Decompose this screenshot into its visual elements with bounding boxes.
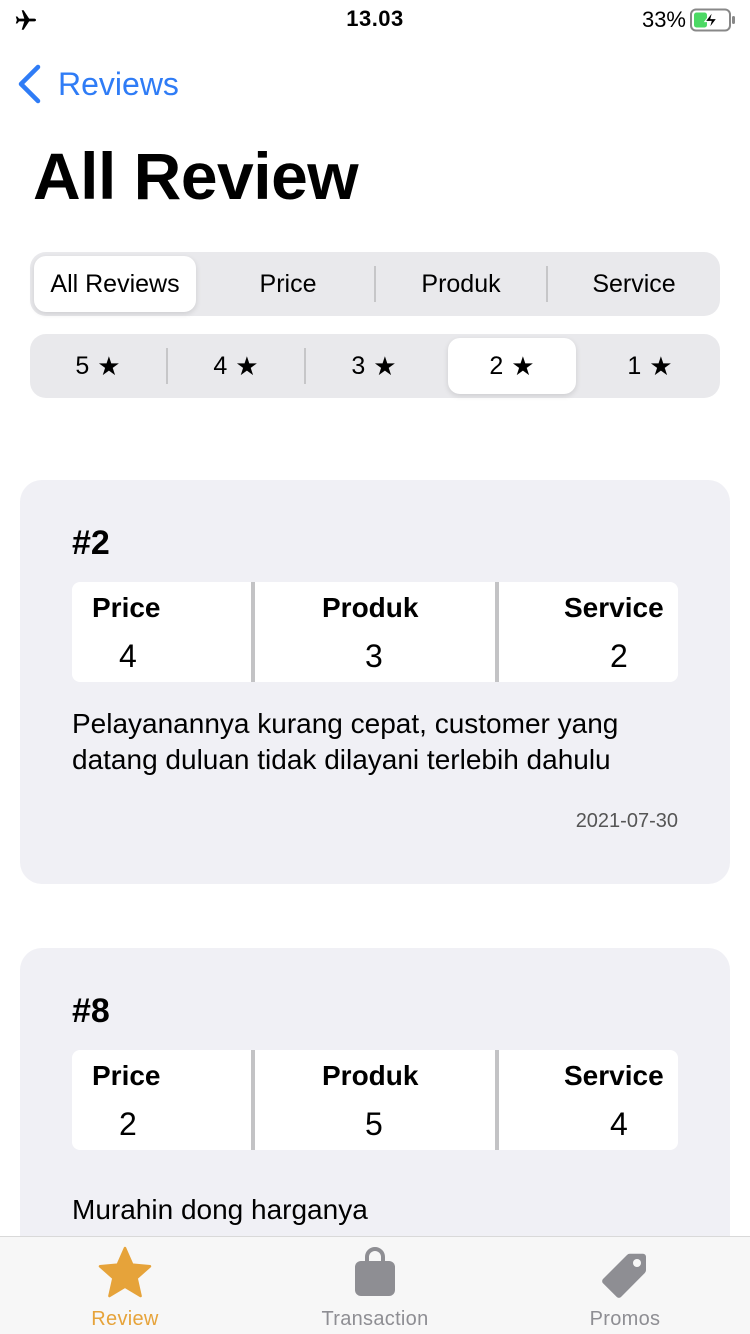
tag-icon (602, 1253, 647, 1298)
tab-review[interactable]: Review (0, 1237, 250, 1334)
score-label: Service (564, 1060, 664, 1091)
back-button-label: Reviews (58, 65, 179, 102)
star-tab-3[interactable]: 3 ★ (306, 338, 442, 394)
star-tab-label: 2 (489, 351, 504, 380)
star-icon: ★ (373, 350, 397, 381)
category-filter: All Reviews Price Produk Service (30, 252, 720, 316)
star-tab-label: 3 (351, 351, 366, 380)
score-produk: Produk 3 (255, 582, 495, 682)
star-tab-label: 5 (75, 351, 90, 380)
score-price: Price 4 (72, 582, 252, 682)
score-label: Price (92, 1060, 161, 1091)
tab-price[interactable]: Price (202, 256, 374, 312)
star-tab-2[interactable]: 2 ★ (448, 338, 576, 394)
star-icon: ★ (97, 350, 121, 381)
score-value: 3 (365, 638, 383, 674)
chevron-left-icon (18, 64, 41, 104)
review-id: #2 (72, 524, 110, 562)
score-table: Price 4 Produk 3 Service 2 (72, 582, 678, 682)
tab-all-reviews[interactable]: All Reviews (34, 256, 196, 312)
score-value: 2 (119, 1106, 137, 1142)
score-value: 2 (610, 638, 628, 674)
back-button[interactable]: Reviews (16, 62, 179, 106)
score-value: 5 (365, 1106, 383, 1142)
tab-icon-wrap (0, 1245, 250, 1301)
score-label: Price (92, 592, 161, 623)
score-value: 4 (119, 638, 137, 674)
score-price: Price 2 (72, 1050, 252, 1150)
star-tab-label: 4 (213, 351, 228, 380)
review-date: 2021-07-30 (575, 810, 678, 832)
review-id: #8 (72, 992, 110, 1030)
tab-icon-wrap (250, 1245, 500, 1301)
status-bar: 13.03 33% (0, 0, 750, 40)
star-icon: ★ (235, 350, 259, 381)
tab-icon-wrap (500, 1245, 750, 1301)
score-label: Produk (322, 592, 419, 623)
score-label: Produk (322, 1060, 419, 1091)
score-service: Service 4 (499, 1050, 678, 1150)
bag-icon (355, 1247, 395, 1296)
review-text: Murahin dong harganya (72, 1194, 368, 1225)
tab-service[interactable]: Service (548, 256, 720, 312)
star-icon: ★ (511, 350, 535, 381)
star-tab-4[interactable]: 4 ★ (168, 338, 304, 394)
score-label: Service (564, 592, 664, 623)
tab-produk[interactable]: Produk (376, 256, 546, 312)
tab-bar: Review Transaction Promos (0, 1236, 750, 1334)
review-text: Pelayanannya kurang cepat, customer yang… (72, 708, 619, 775)
page-title: All Review (33, 139, 359, 213)
star-tab-label: 1 (627, 351, 642, 380)
tab-label: Review (91, 1308, 159, 1330)
star-tab-5[interactable]: 5 ★ (30, 338, 166, 394)
star-icon: ★ (649, 350, 673, 381)
score-table: Price 2 Produk 5 Service 4 (72, 1050, 678, 1150)
tab-transaction[interactable]: Transaction (250, 1237, 500, 1334)
tab-promos[interactable]: Promos (500, 1237, 750, 1334)
star-filter: 5 ★ 4 ★ 3 ★ 2 ★ 1 ★ (30, 334, 720, 398)
tab-label: Transaction (321, 1308, 429, 1330)
battery-percentage: 33% (641, 7, 686, 32)
score-value: 4 (610, 1106, 628, 1142)
score-service: Service 2 (499, 582, 678, 682)
battery-charging-icon (690, 8, 735, 32)
review-card[interactable]: #2 Price 4 Produk 3 Service 2 Pelayanann… (20, 480, 730, 884)
score-produk: Produk 5 (255, 1050, 495, 1150)
tab-label: Promos (589, 1308, 661, 1330)
star-tab-1[interactable]: 1 ★ (582, 338, 718, 394)
star-icon (98, 1246, 152, 1298)
status-time: 13.03 (346, 6, 404, 31)
